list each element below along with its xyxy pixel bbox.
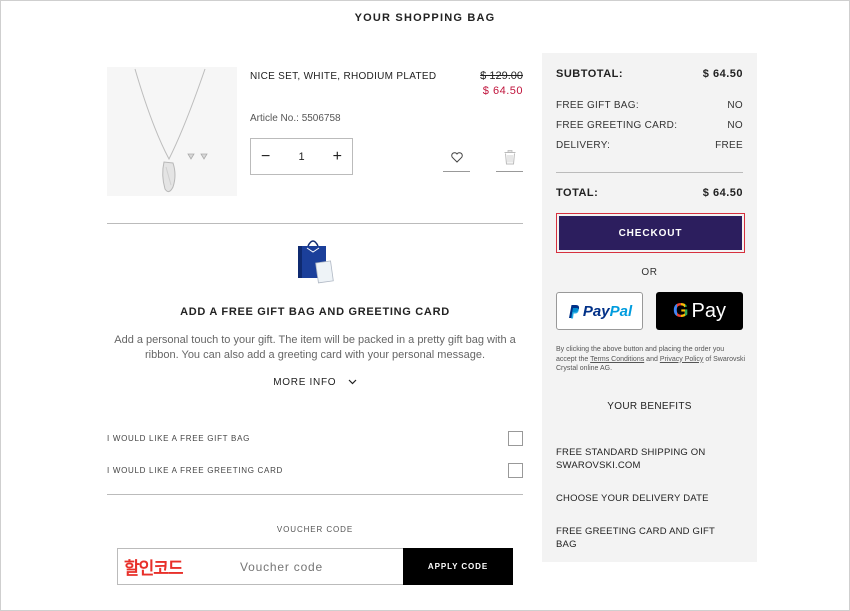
total-label: TOTAL: xyxy=(556,187,599,199)
google-pay-button[interactable]: G Pay xyxy=(656,292,743,330)
benefits-title: YOUR BENEFITS xyxy=(607,401,692,412)
paypal-logo-icon xyxy=(568,304,579,318)
legal-notice: By clicking the above button and placing… xyxy=(556,345,746,374)
gift-bag-label: FREE GIFT BAG: xyxy=(556,100,639,111)
terms-conditions-link[interactable]: Terms Conditions xyxy=(590,356,644,363)
add-to-wishlist-button[interactable] xyxy=(443,144,470,172)
benefit-item: FREE GREETING CARD AND GIFT BAG xyxy=(556,526,715,550)
quantity-value[interactable]: 1 xyxy=(298,151,304,163)
subtotal-value: $ 64.50 xyxy=(702,68,743,80)
chevron-down-icon xyxy=(348,379,357,385)
greeting-card-option-label: I WOULD LIKE A FREE GREETING CARD xyxy=(107,466,284,475)
remove-item-button[interactable] xyxy=(496,144,523,172)
gift-bag-value: NO xyxy=(727,100,743,111)
increase-quantity-button[interactable]: + xyxy=(333,148,342,166)
article-label: Article No.: xyxy=(250,113,299,124)
decrease-quantity-button[interactable]: − xyxy=(261,148,270,166)
greeting-card-checkbox[interactable] xyxy=(508,463,523,478)
checkout-button[interactable]: CHECKOUT xyxy=(559,216,742,250)
greeting-card-label: FREE GREETING CARD: xyxy=(556,120,678,131)
gift-bag-row: FREE GIFT BAG: NO xyxy=(556,100,743,111)
gift-bag-icon xyxy=(298,240,334,284)
section-divider xyxy=(107,223,523,224)
delivery-value: FREE xyxy=(715,140,743,151)
quantity-stepper: − 1 + xyxy=(250,138,353,175)
delivery-row: DELIVERY: FREE xyxy=(556,140,743,151)
paypal-pay-text: Pay xyxy=(582,302,610,320)
gift-section-title: ADD A FREE GIFT BAG AND GREETING CARD xyxy=(180,306,450,318)
more-info-label: MORE INFO xyxy=(273,377,337,388)
subtotal-row: SUBTOTAL: $ 64.50 xyxy=(556,68,743,80)
greeting-card-value: NO xyxy=(727,120,743,131)
gift-bag-option-label: I WOULD LIKE A FREE GIFT BAG xyxy=(107,434,251,443)
delivery-label: DELIVERY: xyxy=(556,140,611,151)
article-number: Article No.: 5506758 xyxy=(250,113,341,124)
voucher-label: VOUCHER CODE xyxy=(276,525,354,534)
gift-bag-checkbox[interactable] xyxy=(508,431,523,446)
original-price: $ 129.00 xyxy=(480,70,523,82)
or-separator: OR xyxy=(641,267,658,278)
total-row: TOTAL: $ 64.50 xyxy=(556,187,743,199)
privacy-policy-link[interactable]: Privacy Policy xyxy=(660,356,704,363)
google-g-icon: G xyxy=(672,299,689,322)
total-value: $ 64.50 xyxy=(702,187,743,199)
apply-code-button[interactable]: APPLY CODE xyxy=(403,548,513,585)
checkout-highlight: CHECKOUT xyxy=(556,213,745,253)
page-title: YOUR SHOPPING BAG xyxy=(354,12,496,24)
article-value: 5506758 xyxy=(301,113,341,124)
benefit-item: CHOOSE YOUR DELIVERY DATE xyxy=(556,493,709,504)
subtotal-label: SUBTOTAL: xyxy=(556,68,624,80)
product-image[interactable] xyxy=(107,67,237,196)
more-info-toggle[interactable]: MORE INFO xyxy=(107,377,523,388)
benefit-item: FREE STANDARD SHIPPING ON SWAROVSKI.COM xyxy=(556,447,706,471)
sale-price: $ 64.50 xyxy=(482,85,523,97)
greeting-card-row: FREE GREETING CARD: NO xyxy=(556,120,743,131)
discount-code-overlay-text: 할인코드 xyxy=(124,559,184,579)
gift-description: Add a personal touch to your gift. The i… xyxy=(114,334,516,361)
paypal-button[interactable]: Pay Pal xyxy=(556,292,643,330)
google-pay-text: Pay xyxy=(691,299,727,322)
section-divider xyxy=(107,494,523,495)
heart-icon xyxy=(450,152,463,163)
product-name[interactable]: NICE SET, WHITE, RHODIUM PLATED xyxy=(250,71,436,82)
legal-text-and: and xyxy=(646,355,658,363)
paypal-pal-text: Pal xyxy=(609,302,633,320)
trash-icon xyxy=(504,150,515,165)
summary-divider xyxy=(556,172,743,173)
necklace-image xyxy=(134,68,208,193)
